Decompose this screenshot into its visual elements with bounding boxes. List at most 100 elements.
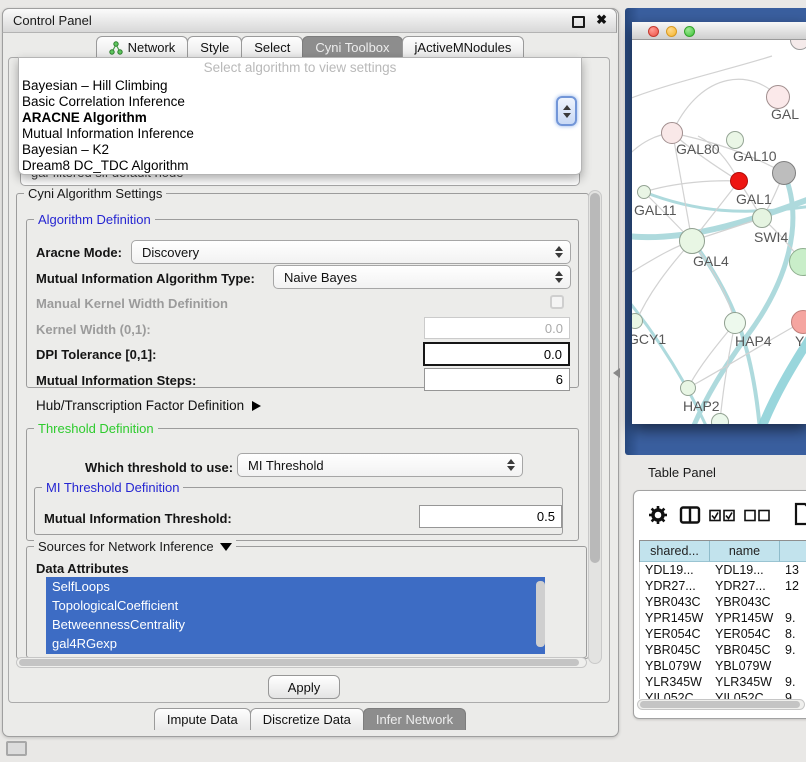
dpi-tolerance-field[interactable]: 0.0 [423, 342, 570, 366]
network-icon [109, 41, 123, 55]
hub-definition-toggle[interactable]: Hub/Transcription Factor Definition [36, 398, 261, 413]
bottom-tab-label: Discretize Data [263, 712, 351, 727]
settings-hscrollbar-thumb[interactable] [19, 659, 579, 666]
checked-boxes-icon[interactable] [709, 509, 735, 522]
mi-type-value: Naive Bayes [274, 270, 555, 285]
which-threshold-value: MI Threshold [238, 458, 507, 473]
aracne-mode-combo[interactable]: Discovery [131, 240, 571, 264]
table-cell: YLR345W [710, 674, 780, 690]
table-row[interactable]: YBR045CYBR045C9. [640, 642, 806, 658]
table-cell: YBR043C [710, 594, 780, 610]
algorithm-option-bayesian-hill-climbing[interactable]: Bayesian – Hill Climbing [19, 78, 581, 94]
attribute-item-topologicalcoefficient[interactable]: TopologicalCoefficient [46, 596, 545, 615]
table-cell: 13 [780, 562, 806, 578]
bottom-tab-impute-data[interactable]: Impute Data [154, 708, 251, 730]
mi-type-combo[interactable]: Naive Bayes [273, 265, 571, 289]
algorithm-definition-title: Algorithm Definition [34, 212, 155, 227]
column-header-a[interactable]: A [780, 541, 806, 562]
table-row[interactable]: YBR043CYBR043C [640, 594, 806, 610]
attributes-scrollbar-thumb[interactable] [536, 581, 545, 647]
document-icon[interactable] [794, 502, 806, 526]
apply-button[interactable]: Apply [268, 675, 340, 699]
table-row[interactable]: YBL079WYBL079W [640, 658, 806, 674]
attribute-item-gal4rgexp[interactable]: gal4RGexp [46, 634, 545, 653]
table-cell: YPR145W [640, 610, 710, 626]
focused-combo-stepper[interactable] [556, 96, 577, 126]
tab-jactivemnodules[interactable]: jActiveMNodules [402, 36, 525, 58]
tab-style[interactable]: Style [187, 36, 242, 58]
attribute-item-selfloops[interactable]: SelfLoops [46, 577, 545, 596]
algorithm-option-basic-correlation-inference[interactable]: Basic Correlation Inference [19, 94, 581, 110]
table-row[interactable]: YLR345WYLR345W9. [640, 674, 806, 690]
network-node-gal1[interactable] [730, 172, 748, 190]
bottom-tab-label: Impute Data [167, 712, 238, 727]
settings-scrollbar-thumb[interactable] [590, 193, 600, 563]
table-cell: 9. [780, 642, 806, 658]
mi-type-label: Mutual Information Algorithm Type: [36, 271, 255, 286]
network-node-hap4[interactable] [724, 312, 746, 334]
tab-bar: NetworkStyleSelectCyni ToolboxjActiveMNo… [2, 35, 617, 58]
table-hscrollbar[interactable] [637, 699, 805, 710]
table-row[interactable]: YPR145WYPR145W9. [640, 610, 806, 626]
bottom-tab-infer-network[interactable]: Infer Network [363, 708, 466, 730]
node-label-gcy1: GCY1 [632, 331, 666, 347]
tab-cyni-toolbox[interactable]: Cyni Toolbox [302, 36, 402, 58]
network-node-gal11[interactable] [637, 185, 651, 199]
table-cell: YIL052C [640, 690, 710, 699]
collapsed-panel-icon[interactable] [6, 741, 27, 756]
mi-threshold-field[interactable]: 0.5 [419, 505, 562, 528]
manual-kernel-checkbox[interactable] [550, 295, 564, 309]
algorithm-option-bayesian-k2[interactable]: Bayesian – K2 [19, 142, 581, 158]
table-cell: YDR27... [640, 578, 710, 594]
table-hscrollbar-thumb[interactable] [640, 701, 800, 708]
bottom-tab-discretize-data[interactable]: Discretize Data [250, 708, 364, 730]
split-columns-icon[interactable] [679, 505, 701, 525]
zoom-traffic-light[interactable] [684, 26, 695, 37]
column-header-shared-[interactable]: shared... [640, 541, 710, 562]
settings-hscrollbar[interactable] [16, 657, 587, 668]
sources-group-title[interactable]: Sources for Network Inference [34, 539, 236, 554]
table-row[interactable]: YER054CYER054C8. [640, 626, 806, 642]
network-node[interactable] [772, 161, 796, 185]
network-node-gcy1[interactable] [632, 313, 643, 329]
algorithm-option-aracne-algorithm[interactable]: ARACNE Algorithm [19, 110, 581, 126]
settings-scrollbar[interactable] [588, 190, 602, 664]
threshold-group-title: Threshold Definition [34, 421, 158, 436]
combo-stepper-icon [555, 246, 563, 258]
network-node-gal10[interactable] [726, 131, 744, 149]
table-cell: YER054C [640, 626, 710, 642]
manual-kernel-label: Manual Kernel Width Definition [36, 296, 228, 311]
algorithm-option-mutual-information-inference[interactable]: Mutual Information Inference [19, 126, 581, 142]
table-row[interactable]: YDL19...YDL19...13 [640, 562, 806, 578]
which-threshold-combo[interactable]: MI Threshold [237, 453, 523, 477]
table-cell: YLR345W [640, 674, 710, 690]
close-traffic-light[interactable] [648, 26, 659, 37]
stepper-down-icon [563, 113, 571, 118]
close-icon[interactable]: ✖ [596, 12, 607, 28]
table-row[interactable]: YDR27...YDR27...12 [640, 578, 806, 594]
network-node[interactable] [790, 40, 806, 50]
network-node[interactable] [789, 248, 806, 276]
float-window-icon[interactable] [572, 16, 585, 28]
unchecked-boxes-icon[interactable] [744, 509, 770, 522]
sources-title-text: Sources for Network Inference [38, 539, 214, 554]
network-node-hap2[interactable] [680, 380, 696, 396]
tab-network[interactable]: Network [96, 36, 189, 58]
minimize-traffic-light[interactable] [666, 26, 677, 37]
table-row[interactable]: YIL052CYIL052C9. [640, 690, 806, 699]
attribute-item-betweennesscentrality[interactable]: BetweennessCentrality [46, 615, 545, 634]
column-header-name[interactable]: name [710, 541, 780, 562]
panel-divider-grip[interactable] [613, 368, 620, 378]
tab-select[interactable]: Select [241, 36, 303, 58]
algorithm-option-dream8-dc-tdc-algorithm[interactable]: Dream8 DC_TDC Algorithm [19, 158, 581, 174]
network-node-gal4[interactable] [679, 228, 705, 254]
control-panel-titlebar: Control Panel ✖ [2, 8, 617, 33]
network-canvas[interactable]: GALGAL80GAL10GAL1GAL11SWI4GAL4GCY1HAP4YH… [632, 40, 806, 424]
gear-icon[interactable] [648, 505, 668, 525]
network-node-swi4[interactable] [752, 208, 772, 228]
mi-steps-field[interactable]: 6 [424, 368, 570, 391]
network-node-y[interactable] [791, 310, 806, 334]
dpi-tolerance-value: 0.0 [544, 347, 562, 362]
kernel-width-field[interactable]: 0.0 [424, 317, 570, 339]
network-node[interactable] [711, 413, 729, 424]
